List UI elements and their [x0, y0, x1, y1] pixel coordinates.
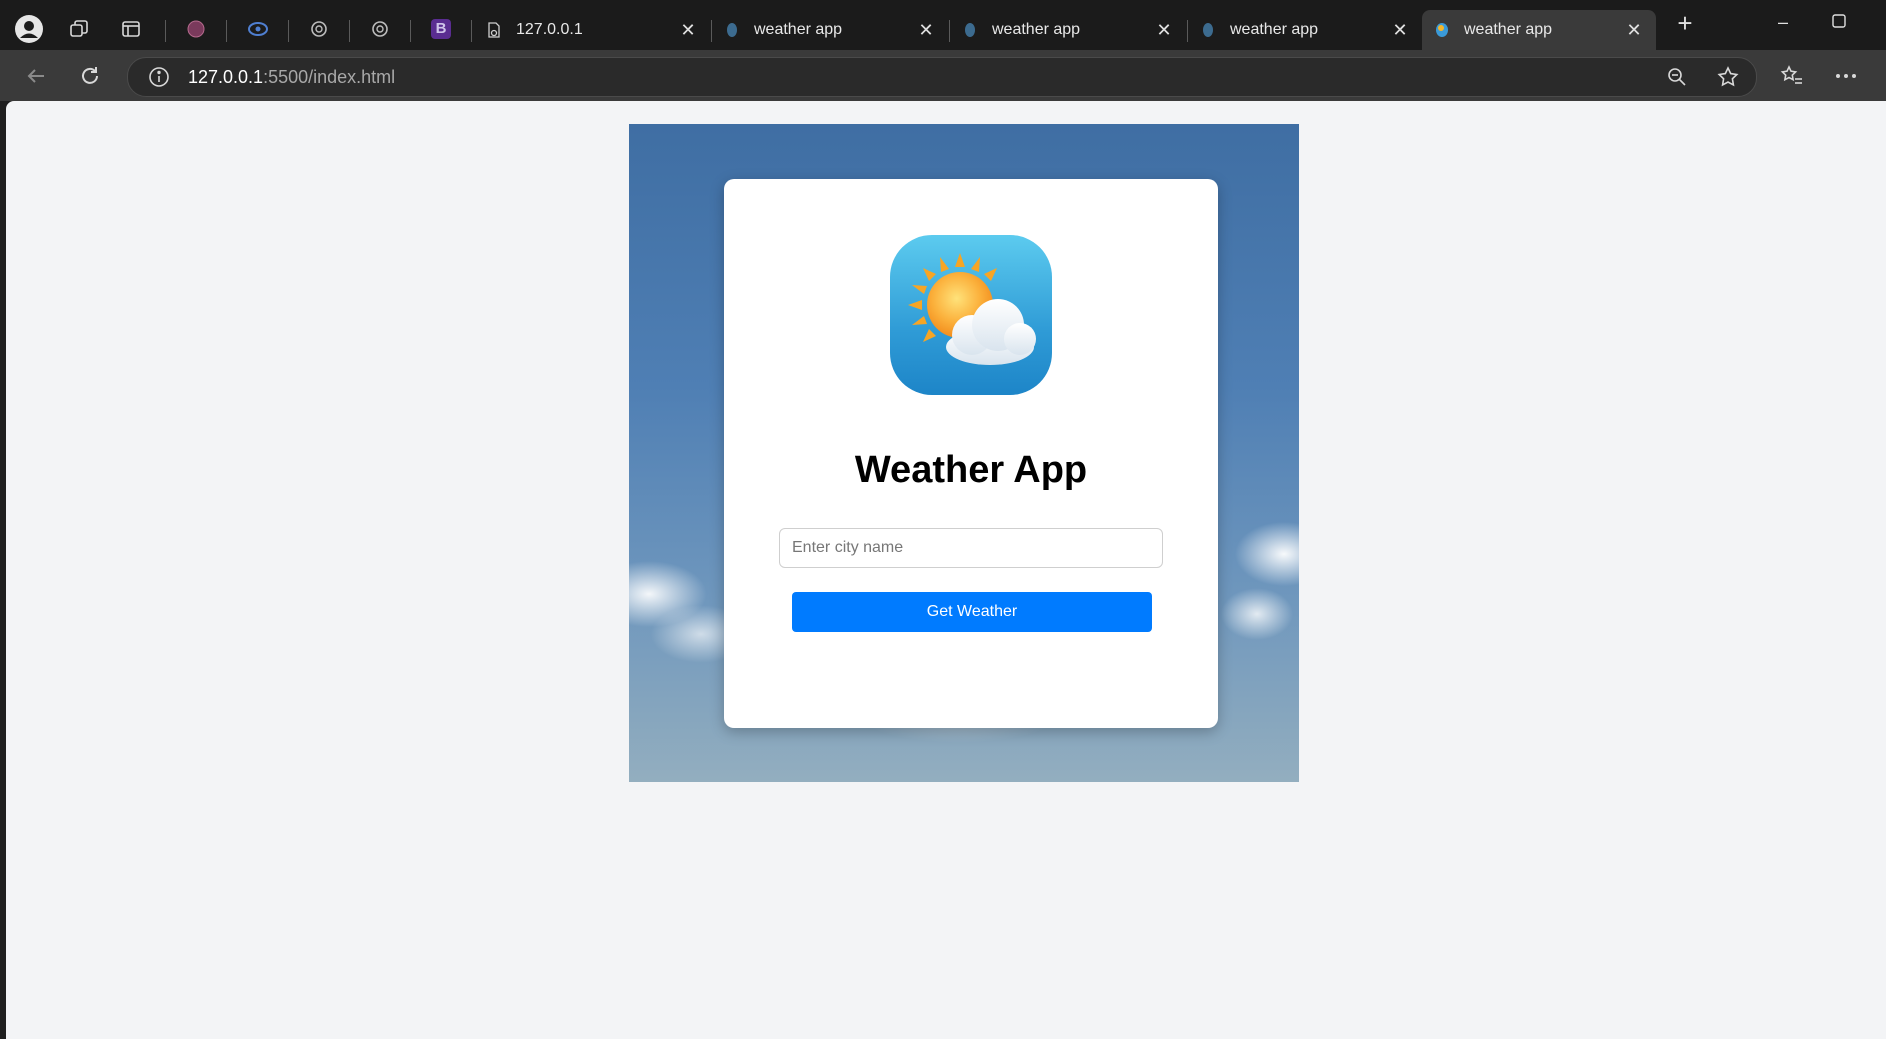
weather-favicon-icon: [724, 22, 740, 38]
url-path: :5500/index.html: [263, 67, 396, 87]
weather-favicon-icon: [1434, 22, 1450, 38]
back-icon[interactable]: [20, 60, 52, 92]
get-weather-button[interactable]: Get Weather: [792, 592, 1152, 632]
refresh-icon[interactable]: [74, 60, 106, 92]
profile-icon[interactable]: [12, 12, 46, 46]
address-bar[interactable]: 127.0.0.1:5500/index.html: [127, 57, 1757, 97]
workspaces-icon[interactable]: [62, 12, 96, 46]
new-tab-icon[interactable]: +: [1668, 8, 1702, 39]
app-title: Weather App: [854, 449, 1088, 491]
tab-label: weather app: [1464, 21, 1553, 38]
chatgpt-icon[interactable]: [363, 12, 397, 46]
zoom-out-icon[interactable]: [1666, 66, 1688, 93]
close-icon[interactable]: ✕: [1388, 20, 1412, 41]
tab-localhost[interactable]: 127.0.0.1 ✕: [474, 10, 710, 50]
copilot-icon[interactable]: [241, 12, 275, 46]
tab-weather-app-3[interactable]: weather app ✕: [1188, 10, 1422, 50]
close-icon[interactable]: ✕: [1152, 20, 1176, 41]
tab-actions-icon[interactable]: [114, 12, 148, 46]
weather-favicon-icon: [962, 22, 978, 38]
tab-label: 127.0.0.1: [516, 21, 583, 38]
tab-label: weather app: [754, 21, 843, 38]
favorites-icon[interactable]: [1776, 60, 1808, 92]
tab-weather-app-2[interactable]: weather app ✕: [950, 10, 1186, 50]
dribbble-icon[interactable]: [179, 12, 213, 46]
tab-strip: B 127.0.0.1 ✕ weather app ✕ weather app …: [0, 0, 1886, 50]
close-icon[interactable]: ✕: [676, 20, 700, 41]
weather-app-icon: [890, 235, 1052, 395]
tab-label: weather app: [992, 21, 1081, 38]
chatgpt-icon[interactable]: [302, 12, 336, 46]
sun-cloud-icon: [908, 253, 1036, 365]
more-options-icon[interactable]: [1830, 60, 1862, 92]
bootstrap-icon[interactable]: B: [424, 12, 458, 46]
tab-weather-app-1[interactable]: weather app ✕: [712, 10, 948, 50]
close-icon[interactable]: ✕: [1622, 20, 1646, 41]
weather-favicon-icon: [1200, 22, 1216, 38]
url-host: 127.0.0.1: [188, 67, 264, 87]
minimize-icon[interactable]: –: [1766, 12, 1800, 33]
page-icon: [486, 22, 502, 38]
site-info-icon[interactable]: [148, 66, 170, 93]
tab-label: weather app: [1230, 21, 1319, 38]
bootstrap-letter: B: [431, 19, 451, 39]
page-viewport: Weather App Get Weather: [6, 101, 1886, 1039]
city-input[interactable]: [779, 528, 1163, 568]
favorite-star-icon[interactable]: [1716, 65, 1740, 94]
close-icon[interactable]: ✕: [914, 20, 938, 41]
weather-card: Weather App Get Weather: [724, 179, 1218, 728]
url-text[interactable]: 127.0.0.1:5500/index.html: [188, 67, 395, 88]
maximize-icon[interactable]: [1822, 12, 1856, 33]
tab-weather-app-active[interactable]: weather app ✕: [1422, 10, 1656, 50]
